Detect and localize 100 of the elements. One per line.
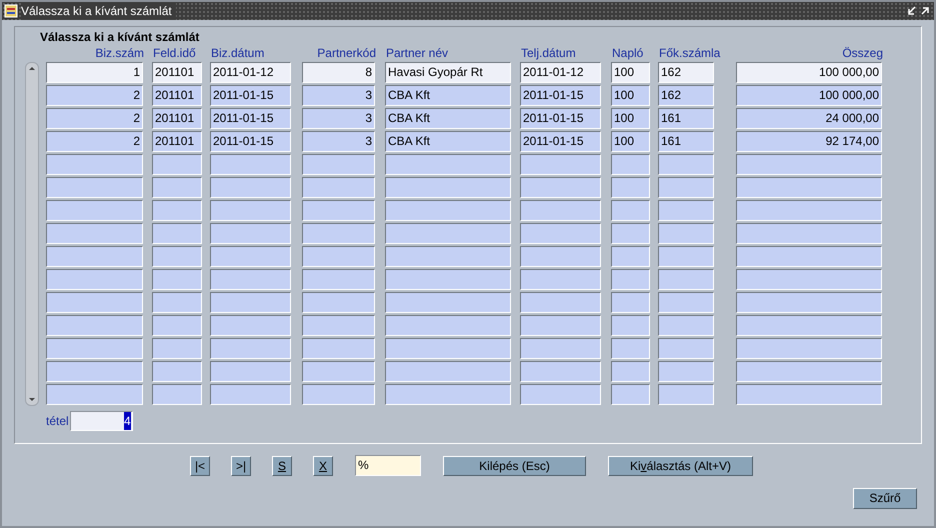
table-cell[interactable]: 2: [46, 131, 143, 152]
table-cell[interactable]: 2011-01-15: [520, 131, 601, 152]
table-cell[interactable]: 2: [46, 108, 143, 129]
table-cell[interactable]: [658, 361, 714, 382]
table-cell[interactable]: [658, 154, 714, 175]
table-cell[interactable]: [152, 292, 202, 313]
table-cell[interactable]: [658, 246, 714, 267]
table-cell[interactable]: [520, 338, 601, 359]
table-cell[interactable]: 201101: [152, 85, 202, 106]
table-cell[interactable]: [736, 223, 882, 244]
table-cell[interactable]: [736, 315, 882, 336]
table-cell[interactable]: [520, 384, 601, 405]
table-cell[interactable]: 100: [611, 131, 650, 152]
table-cell[interactable]: [302, 361, 375, 382]
table-cell[interactable]: [520, 154, 601, 175]
table-cell[interactable]: [658, 269, 714, 290]
table-cell[interactable]: [385, 223, 511, 244]
table-cell[interactable]: [46, 177, 143, 198]
table-cell[interactable]: [302, 292, 375, 313]
table-cell[interactable]: [152, 338, 202, 359]
table-cell[interactable]: 2011-01-15: [520, 108, 601, 129]
table-cell[interactable]: [302, 269, 375, 290]
table-cell[interactable]: 3: [302, 108, 375, 129]
table-cell[interactable]: [736, 338, 882, 359]
table-cell[interactable]: [611, 315, 650, 336]
table-cell[interactable]: [302, 338, 375, 359]
table-cell[interactable]: [302, 200, 375, 221]
table-cell[interactable]: CBA Kft: [385, 108, 511, 129]
table-cell[interactable]: [46, 200, 143, 221]
table-cell[interactable]: [210, 246, 291, 267]
table-cell[interactable]: [152, 246, 202, 267]
table-cell[interactable]: 161: [658, 108, 714, 129]
table-cell[interactable]: [385, 246, 511, 267]
table-cell[interactable]: 2011-01-15: [210, 108, 291, 129]
table-cell[interactable]: 100 000,00: [736, 62, 882, 83]
table-cell[interactable]: [152, 154, 202, 175]
minimize-icon[interactable]: [907, 6, 917, 16]
table-cell[interactable]: 2011-01-15: [520, 85, 601, 106]
table-cell[interactable]: [520, 315, 601, 336]
filter-button[interactable]: Szűrő: [853, 488, 917, 508]
table-cell[interactable]: 162: [658, 62, 714, 83]
table-cell[interactable]: [302, 154, 375, 175]
table-cell[interactable]: [152, 223, 202, 244]
table-cell[interactable]: [520, 361, 601, 382]
table-cell[interactable]: [658, 292, 714, 313]
table-cell[interactable]: 2011-01-12: [520, 62, 601, 83]
table-cell[interactable]: [210, 154, 291, 175]
table-cell[interactable]: [210, 177, 291, 198]
table-cell[interactable]: 1: [46, 62, 143, 83]
table-cell[interactable]: [520, 292, 601, 313]
nav-button[interactable]: >|: [231, 456, 251, 476]
count-field[interactable]: 4: [70, 411, 133, 431]
table-cell[interactable]: 3: [302, 131, 375, 152]
table-cell[interactable]: [210, 338, 291, 359]
table-cell[interactable]: 100 000,00: [736, 85, 882, 106]
table-cell[interactable]: [152, 315, 202, 336]
table-cell[interactable]: [520, 200, 601, 221]
table-cell[interactable]: [611, 384, 650, 405]
nav-button[interactable]: |<: [190, 456, 210, 476]
table-cell[interactable]: 201101: [152, 62, 202, 83]
table-cell[interactable]: [736, 384, 882, 405]
table-cell[interactable]: [611, 338, 650, 359]
table-cell[interactable]: 92 174,00: [736, 131, 882, 152]
table-cell[interactable]: 201101: [152, 108, 202, 129]
table-cell[interactable]: [520, 269, 601, 290]
table-cell[interactable]: 161: [658, 131, 714, 152]
table-cell[interactable]: [152, 269, 202, 290]
table-cell[interactable]: [385, 338, 511, 359]
table-cell[interactable]: [385, 292, 511, 313]
nav-button[interactable]: S: [272, 456, 292, 476]
table-cell[interactable]: [611, 223, 650, 244]
action-button[interactable]: Kiválasztás (Alt+V): [608, 456, 753, 476]
table-cell[interactable]: 2: [46, 85, 143, 106]
table-cell[interactable]: [385, 154, 511, 175]
table-cell[interactable]: [520, 246, 601, 267]
table-cell[interactable]: [152, 200, 202, 221]
table-cell[interactable]: [736, 361, 882, 382]
table-cell[interactable]: [611, 154, 650, 175]
table-cell[interactable]: 24 000,00: [736, 108, 882, 129]
table-cell[interactable]: CBA Kft: [385, 131, 511, 152]
table-cell[interactable]: [385, 315, 511, 336]
table-cell[interactable]: [210, 361, 291, 382]
table-cell[interactable]: [658, 223, 714, 244]
table-cell[interactable]: [302, 315, 375, 336]
table-cell[interactable]: [152, 384, 202, 405]
table-cell[interactable]: [611, 361, 650, 382]
table-cell[interactable]: [385, 200, 511, 221]
table-cell[interactable]: [210, 292, 291, 313]
table-cell[interactable]: [385, 269, 511, 290]
table-cell[interactable]: [46, 269, 143, 290]
table-cell[interactable]: 3: [302, 85, 375, 106]
table-cell[interactable]: 100: [611, 85, 650, 106]
table-cell[interactable]: [736, 292, 882, 313]
table-cell[interactable]: [520, 223, 601, 244]
table-cell[interactable]: [385, 177, 511, 198]
table-cell[interactable]: 2011-01-15: [210, 85, 291, 106]
maximize-icon[interactable]: [920, 6, 930, 16]
table-cell[interactable]: [46, 384, 143, 405]
table-cell[interactable]: [210, 384, 291, 405]
table-cell[interactable]: [611, 292, 650, 313]
